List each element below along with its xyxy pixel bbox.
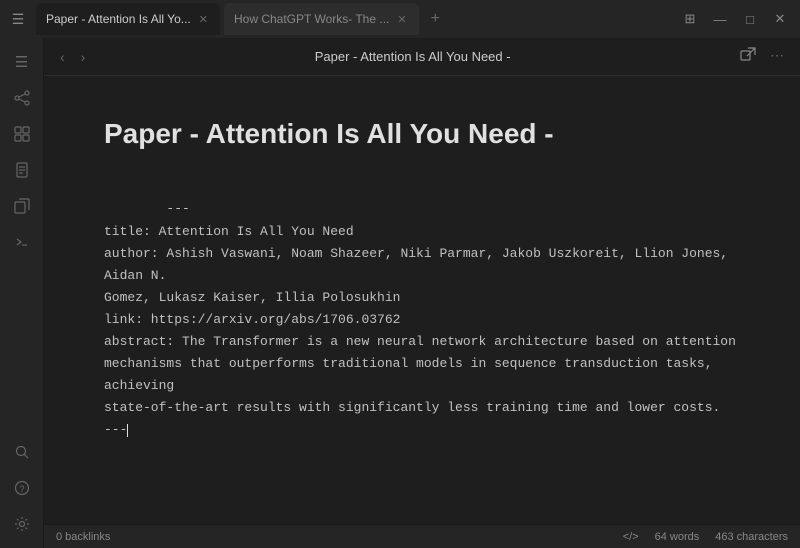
words-text: 64 words [655,531,700,543]
window-controls: ⊞ — □ ✕ [678,7,792,31]
status-bar: 0 backlinks </> 64 words 463 characters [44,524,800,548]
characters-text: 463 characters [715,531,788,543]
sidebar-icon-settings[interactable] [6,508,38,540]
title-bar: ☰ Paper - Attention Is All Yo... ✕ How C… [0,0,800,38]
close-button[interactable]: ✕ [768,7,792,31]
tab-inactive-close[interactable]: ✕ [395,11,408,28]
add-tab-button[interactable]: + [425,8,446,30]
document-title: Paper - Attention Is All You Need - [104,116,740,152]
main-layout: ☰ [0,38,800,548]
forward-button[interactable]: › [77,45,90,69]
sidebar: ☰ [0,38,44,548]
document-text: --- title: Attention Is All You Need aut… [104,201,736,437]
tab-inactive[interactable]: How ChatGPT Works- The ... ✕ [224,3,419,35]
document-content[interactable]: Paper - Attention Is All You Need - --- … [44,76,800,524]
layout-button[interactable]: ⊞ [678,7,702,31]
sidebar-icon-help[interactable]: ? [6,472,38,504]
content-area: ‹ › Paper - Attention Is All You Need - … [44,38,800,548]
minimize-button[interactable]: — [708,7,732,31]
maximize-button[interactable]: □ [738,7,762,31]
nav-right-controls: ⋯ [736,43,788,70]
code-icon: </> [623,531,639,543]
back-button[interactable]: ‹ [56,45,69,69]
svg-text:?: ? [19,484,24,494]
tab-active-label: Paper - Attention Is All Yo... [46,12,191,26]
sidebar-icon-grid[interactable] [6,118,38,150]
nav-title: Paper - Attention Is All You Need - [97,49,728,64]
tab-inactive-label: How ChatGPT Works- The ... [234,12,389,26]
backlinks-text: 0 backlinks [56,531,110,543]
document-body[interactable]: --- title: Attention Is All You Need aut… [104,176,740,463]
tab-active[interactable]: Paper - Attention Is All Yo... ✕ [36,3,220,35]
text-cursor [127,424,128,437]
open-external-icon[interactable] [736,43,760,70]
code-icon-status: </> [623,531,639,543]
words-status: 64 words [655,531,700,543]
nav-bar: ‹ › Paper - Attention Is All You Need - … [44,38,800,76]
backlinks-status: 0 backlinks [56,531,110,543]
sidebar-icon-graph[interactable] [6,82,38,114]
sidebar-icon-search[interactable] [6,436,38,468]
sidebar-icon-terminal[interactable] [6,226,38,258]
sidebar-icon-menu[interactable]: ☰ [6,46,38,78]
sidebar-icon-copy[interactable] [6,190,38,222]
window-menu-icon[interactable]: ☰ [8,9,28,29]
tab-active-close[interactable]: ✕ [197,11,210,28]
characters-status: 463 characters [715,531,788,543]
more-options-icon[interactable]: ⋯ [766,43,788,70]
sidebar-icon-file[interactable] [6,154,38,186]
